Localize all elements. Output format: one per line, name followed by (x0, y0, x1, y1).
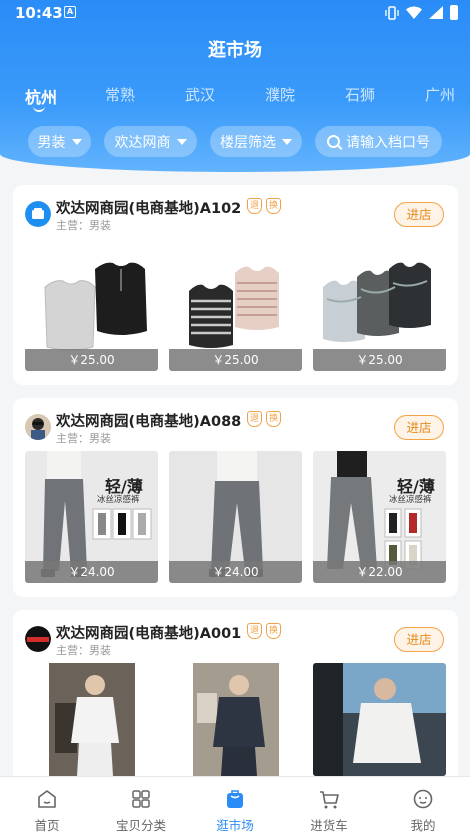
tab-cart-label: 进货车 (310, 818, 348, 833)
enter-shop-button[interactable]: 进店 (394, 627, 444, 652)
header: 10:43 A 逛市场 杭州 常熟 武汉 濮院 石狮 广州 男装 欢达网商 楼层… (0, 0, 470, 172)
tab-profile-label: 我的 (410, 818, 436, 833)
city-tab-hangzhou[interactable]: 杭州 (25, 84, 57, 108)
shop-name: 欢达网商园(电商基地)A102 (56, 201, 242, 217)
product-price: ￥24.00 (25, 561, 158, 583)
vibrate-icon (385, 5, 399, 20)
product-price: ￥22.00 (313, 561, 446, 583)
wifi-icon (406, 6, 422, 19)
product-image (169, 663, 302, 776)
product-image (313, 663, 446, 776)
enter-shop-button[interactable]: 进店 (394, 415, 444, 440)
shop-card[interactable]: 欢达网商园(电商基地)A001 退 换 主营：男装 进店 (13, 610, 458, 800)
floor-filter-dropdown[interactable]: 楼层筛选 (210, 126, 302, 157)
product-price: ￥25.00 (25, 349, 158, 371)
chevron-down-icon (71, 138, 82, 145)
product-thumbnail[interactable]: ￥25.00 (25, 239, 158, 371)
tab-cart[interactable]: 进货车 (282, 777, 376, 837)
return-badge: 退 (247, 411, 262, 427)
city-tab-wuhan[interactable]: 武汉 (185, 84, 215, 105)
category-filter-label: 男装 (37, 134, 66, 151)
product-thumbnail[interactable]: ￥24.00 (169, 451, 302, 583)
product-thumbnail[interactable] (25, 663, 158, 776)
status-bar: 10:43 A (0, 0, 470, 26)
market-filter-dropdown[interactable]: 欢达网商 (104, 126, 197, 157)
city-tab-shishi[interactable]: 石狮 (345, 84, 375, 105)
city-tab-puyuan[interactable]: 濮院 (265, 84, 295, 105)
exchange-badge: 换 (266, 623, 281, 639)
chevron-down-icon (282, 138, 292, 145)
search-placeholder: 请输入档口号 (346, 134, 430, 151)
shop-main-category: 主营：男装 (56, 219, 111, 232)
battery-icon (450, 5, 458, 20)
return-badge: 退 (247, 198, 262, 214)
return-badge: 退 (247, 623, 262, 639)
active-city-indicator (33, 106, 45, 112)
market-filter-label: 欢达网商 (114, 134, 171, 151)
enter-shop-button[interactable]: 进店 (394, 202, 444, 227)
status-time: 10:43 (15, 4, 63, 22)
product-image (25, 663, 158, 776)
product-overlay-subtitle: 冰丝凉感裤 (389, 495, 432, 505)
city-tabs: 杭州 常熟 武汉 濮院 石狮 广州 (0, 84, 470, 110)
shop-logo (25, 201, 51, 227)
product-price: ￥25.00 (313, 349, 446, 371)
cart-icon (320, 791, 339, 809)
product-thumbnail[interactable]: ￥25.00 (313, 239, 446, 371)
exchange-badge: 换 (266, 411, 281, 427)
tab-home-label: 首页 (34, 818, 60, 833)
signal-icon (429, 6, 443, 19)
product-thumbnail[interactable] (169, 663, 302, 776)
bottom-tab-bar: 首页 宝贝分类 逛市场 进货车 我的 (0, 776, 470, 837)
shop-main-category: 主营：男装 (56, 644, 111, 657)
product-price: ￥24.00 (169, 561, 302, 583)
category-filter-dropdown[interactable]: 男装 (28, 126, 91, 157)
shop-name: 欢达网商园(电商基地)A001 (56, 626, 242, 642)
tab-categories-label: 宝贝分类 (115, 818, 166, 833)
shop-name: 欢达网商园(电商基地)A088 (56, 414, 242, 430)
tab-profile[interactable]: 我的 (376, 777, 470, 837)
app-notification-icon: A (64, 6, 76, 18)
shop-card[interactable]: 欢达网商园(电商基地)A088 退 换 主营：男装 进店 轻/薄 冰丝凉感裤 ￥… (13, 398, 458, 597)
shop-card[interactable]: 欢达网商园(电商基地)A102 退 换 主营：男装 进店 ￥25.00 ￥25.… (13, 185, 458, 385)
product-thumbnail[interactable]: ￥25.00 (169, 239, 302, 371)
stall-search-input[interactable]: 请输入档口号 (315, 126, 442, 157)
market-bag-icon (227, 790, 243, 808)
product-thumbnail[interactable] (313, 663, 446, 776)
exchange-badge: 换 (266, 198, 281, 214)
grid-icon (132, 790, 150, 808)
profile-face-icon (413, 789, 433, 809)
floor-filter-label: 楼层筛选 (220, 134, 276, 151)
page-title: 逛市场 (208, 40, 262, 61)
search-icon (327, 135, 340, 148)
city-tab-changshu[interactable]: 常熟 (105, 84, 135, 105)
product-thumbnail[interactable]: 轻/薄 冰丝凉感裤 ￥24.00 (25, 451, 158, 583)
home-icon (38, 790, 56, 808)
chevron-down-icon (176, 138, 187, 145)
shop-main-category: 主营：男装 (56, 432, 111, 445)
tab-market[interactable]: 逛市场 (188, 777, 282, 837)
city-tab-guangzhou[interactable]: 广州 (425, 84, 455, 105)
product-overlay-subtitle: 冰丝凉感裤 (97, 495, 140, 505)
shop-logo (25, 626, 51, 652)
tab-home[interactable]: 首页 (0, 777, 94, 837)
product-thumbnail[interactable]: 轻/薄 冰丝凉感裤 ￥22.00 (313, 451, 446, 583)
tab-categories[interactable]: 宝贝分类 (94, 777, 188, 837)
shop-logo (25, 414, 51, 440)
tab-market-label: 逛市场 (216, 818, 254, 833)
product-price: ￥25.00 (169, 349, 302, 371)
